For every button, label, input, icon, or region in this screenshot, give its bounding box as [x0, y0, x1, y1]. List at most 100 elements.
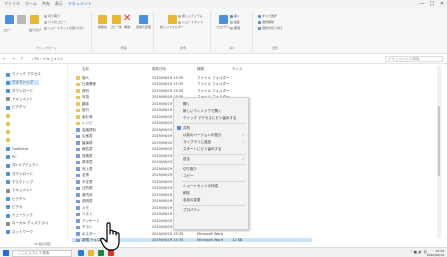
copy-icon [17, 15, 26, 24]
paste-shortcut-button[interactable]: ショートカットの貼り付け [44, 26, 84, 30]
sidebar-item-label: ピクチャ [12, 196, 26, 201]
file-type: Microsoft Word [197, 231, 224, 236]
sidebar-item[interactable]: ネットワーク [6, 230, 33, 235]
sidebar-item[interactable]: ビデオ [6, 205, 23, 210]
submenu-arrow-icon: › [242, 156, 244, 161]
document-icon [76, 173, 80, 177]
sidebar-item[interactable]: クイック アクセス [6, 72, 41, 77]
sidebar-item[interactable]: ミュージック [6, 213, 33, 218]
file-row[interactable]: 仕事関係 2019/06/19 15:35 ファイル フォルダー [72, 82, 312, 88]
context-menu-item[interactable]: 開く [174, 101, 248, 107]
pin-label: コピー [3, 28, 13, 32]
file-name: 名簿 [82, 173, 89, 177]
sidebar-item[interactable]: ドキュメント [6, 97, 33, 102]
properties-button[interactable]: プロパティ [216, 15, 231, 29]
move-to-button[interactable]: 移動先 [98, 15, 107, 29]
column-name[interactable]: 名前 [82, 67, 89, 72]
maximize-button[interactable]: □ [427, 0, 437, 8]
minimize-button[interactable]: — [417, 0, 427, 8]
context-menu-item[interactable]: プロパティ [174, 207, 248, 213]
invert-selection-icon [258, 26, 261, 30]
context-menu-item[interactable]: ライブラリに追加 › [174, 139, 248, 145]
new-item-icon [178, 14, 181, 18]
start-button[interactable] [3, 250, 9, 256]
select-none-button[interactable]: 選択解除 [258, 20, 274, 24]
sidebar-item[interactable]: ローカル ディスク (C:) [6, 221, 48, 226]
rename-button[interactable]: 名前の変更 [136, 15, 151, 29]
cut-button[interactable]: 切り取り [44, 14, 60, 18]
sidebar-item[interactable] [6, 138, 12, 143]
sidebar-item[interactable]: ピクチャ [6, 105, 26, 110]
context-menu-item[interactable]: 名前の変更 [174, 197, 248, 203]
copy-button[interactable] [17, 15, 26, 24]
context-menu-item[interactable]: 以前のバージョンの復元 › [174, 132, 248, 138]
history-button[interactable]: 履歴 [230, 26, 240, 30]
tab-file[interactable]: ファイル [4, 1, 20, 7]
sidebar-item[interactable]: ドキュメント [6, 188, 33, 193]
context-menu-item[interactable]: 切り取り [174, 166, 248, 172]
sidebar-item[interactable]: デスクトップ [6, 180, 33, 185]
context-menu-item[interactable]: 削除 [174, 190, 248, 196]
clock[interactable]: 15:35 2019/06/19 [427, 249, 444, 257]
sidebar-item-label: デスクトップ [12, 80, 33, 85]
search-input[interactable]: ドキュメントの検索 [385, 56, 443, 62]
sidebar-item[interactable]: OneDrive [6, 146, 28, 151]
scrollbar-thumb[interactable] [438, 106, 440, 176]
task-view-icon[interactable] [78, 250, 84, 256]
folder-icon [6, 105, 10, 110]
tab-view[interactable]: 表示 [55, 1, 63, 7]
invert-selection-button[interactable]: 選択の切り替え [258, 26, 283, 30]
open-button[interactable]: 開く [230, 14, 240, 18]
select-all-button[interactable]: すべて選択 [258, 14, 277, 18]
sidebar-item[interactable]: 3D オブジェクト [6, 163, 39, 168]
delete-button[interactable]: ✕ 削除 [123, 14, 131, 30]
folder-icon [6, 155, 10, 159]
column-date[interactable]: 更新日時 [152, 67, 166, 72]
select-group-label: 選択 [271, 46, 278, 50]
column-type[interactable]: 種類 [197, 67, 204, 72]
taskbar-search-input[interactable]: ここに入力して検索 [12, 249, 72, 257]
folder-icon [6, 205, 10, 210]
folder-icon [6, 188, 10, 193]
sidebar-item[interactable]: デスクトップ [6, 80, 39, 86]
file-row[interactable]: 個人 2019/06/19 15:35 ファイル フォルダー [72, 75, 312, 81]
scrollbar[interactable] [437, 66, 441, 238]
copy-to-button[interactable]: コピー先 [110, 15, 122, 29]
context-menu-item[interactable]: スタートにピン留めする [174, 146, 248, 152]
close-button[interactable]: ✕ [437, 0, 447, 8]
explorer-icon[interactable] [88, 250, 94, 256]
sidebar-item[interactable] [6, 113, 12, 118]
sidebar-item[interactable] [6, 121, 12, 126]
shortcut-icon [44, 26, 47, 30]
context-menu-item[interactable]: クイック アクセスにピン留めする [174, 115, 248, 121]
context-menu-item[interactable]: ショートカットの作成 [174, 183, 248, 189]
context-menu-label: クイック アクセスにピン留めする [183, 115, 237, 120]
new-item-button[interactable]: 新しいアイテム [178, 14, 203, 18]
context-menu-item[interactable]: コピー [174, 173, 248, 179]
context-menu-item[interactable]: 共有 [174, 125, 248, 131]
system-tray[interactable]: ^ ■ 🔊 あ [410, 250, 427, 255]
sidebar-item[interactable]: ダウンロード [6, 89, 33, 94]
folder-icon [6, 213, 10, 218]
paste-button[interactable] [30, 15, 39, 24]
taskbar: ここに入力して検索 ^ ■ 🔊 あ 15:35 2019/06/19 [0, 247, 447, 257]
file-row[interactable]: 資料 2019/06/19 15:35 ファイル フォルダー [72, 88, 312, 94]
context-menu-item[interactable]: 新しいウィンドウで開く [174, 108, 248, 114]
document-icon [76, 193, 80, 197]
tab-share[interactable]: 共有 [42, 1, 50, 7]
sidebar-item[interactable] [6, 130, 12, 135]
pin-button[interactable] [5, 15, 14, 24]
column-size[interactable]: サイズ [232, 67, 242, 72]
tab-home[interactable]: ホーム [25, 1, 37, 7]
path-field[interactable]: › PC › ドキュメント [30, 56, 370, 62]
navigation-buttons[interactable]: ← → ↑ [3, 56, 26, 61]
sidebar-item[interactable]: PC [6, 155, 17, 159]
copy-path-button[interactable]: パスのコピー [44, 20, 66, 24]
sidebar-item[interactable]: ダウンロード [6, 172, 33, 177]
context-menu-label: 名前の変更 [183, 197, 201, 202]
context-menu-item[interactable]: 送る › [174, 156, 248, 162]
path-icon [44, 20, 47, 24]
sidebar-item[interactable]: ピクチャ [6, 197, 26, 202]
easy-access-button[interactable]: ショートカット [178, 20, 203, 24]
edit-button[interactable]: 編集 [230, 20, 240, 24]
